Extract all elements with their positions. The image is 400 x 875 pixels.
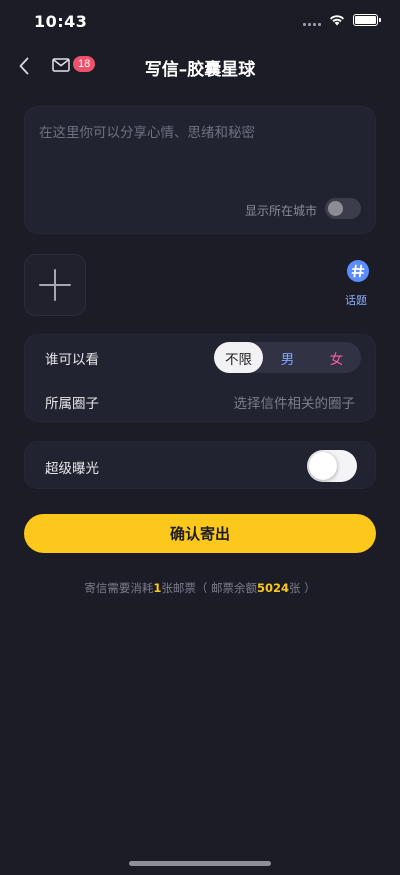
visibility-option-male[interactable]: 男 [263,342,312,373]
stamp-cost-note: 寄信需要消耗1张邮票（ 邮票余额5024张 ） [0,580,400,596]
wifi-icon [330,15,344,26]
super-exposure-label: 超级曝光 [45,461,99,477]
topic-label: 话题 [345,294,367,307]
show-city-toggle[interactable] [325,198,361,219]
hashtag-icon [347,260,369,282]
status-bar: 10:43 [0,0,400,44]
visibility-label: 谁可以看 [45,352,99,368]
circle-label: 所属圈子 [45,396,99,412]
show-city-label: 显示所在城市 [244,204,317,218]
super-exposure-toggle[interactable] [307,450,357,482]
visibility-option-all[interactable]: 不限 [214,342,263,373]
status-icons [303,14,381,26]
nav-bar: 18 写信–胶囊星球 [0,44,400,88]
topic-button[interactable]: 话题 [343,260,373,308]
home-indicator [129,861,271,866]
cost-note-prefix: 寄信需要消耗 [84,581,154,595]
cost-note-suffix: 张 ） [289,581,316,595]
confirm-send-button[interactable]: 确认寄出 [24,514,376,553]
page-title: 写信–胶囊星球 [144,60,256,80]
super-exposure-card: 超级曝光 [24,441,376,489]
add-image-button[interactable] [24,254,86,316]
compose-card: 显示所在城市 [24,106,376,234]
circle-row[interactable]: 所属圈子 选择信件相关的圈子 [25,379,375,423]
signal-icon [303,15,321,26]
toggle-knob [309,452,337,480]
visibility-segmented-control: 不限 男 女 [214,342,361,373]
circle-select-placeholder[interactable]: 选择信件相关的圈子 [234,392,356,412]
toggle-knob [328,201,343,216]
visibility-row: 谁可以看 不限 男 女 [25,335,375,379]
stamp-balance-value: 5024 [257,581,290,595]
letter-content-input[interactable] [39,121,361,191]
status-time: 10:43 [34,12,88,31]
plus-icon [39,269,71,301]
visibility-option-female[interactable]: 女 [312,342,361,373]
battery-icon [353,14,381,26]
cost-note-mid: 张邮票（ 邮票余额 [161,581,257,595]
settings-card: 谁可以看 不限 男 女 所属圈子 选择信件相关的圈子 [24,334,376,422]
